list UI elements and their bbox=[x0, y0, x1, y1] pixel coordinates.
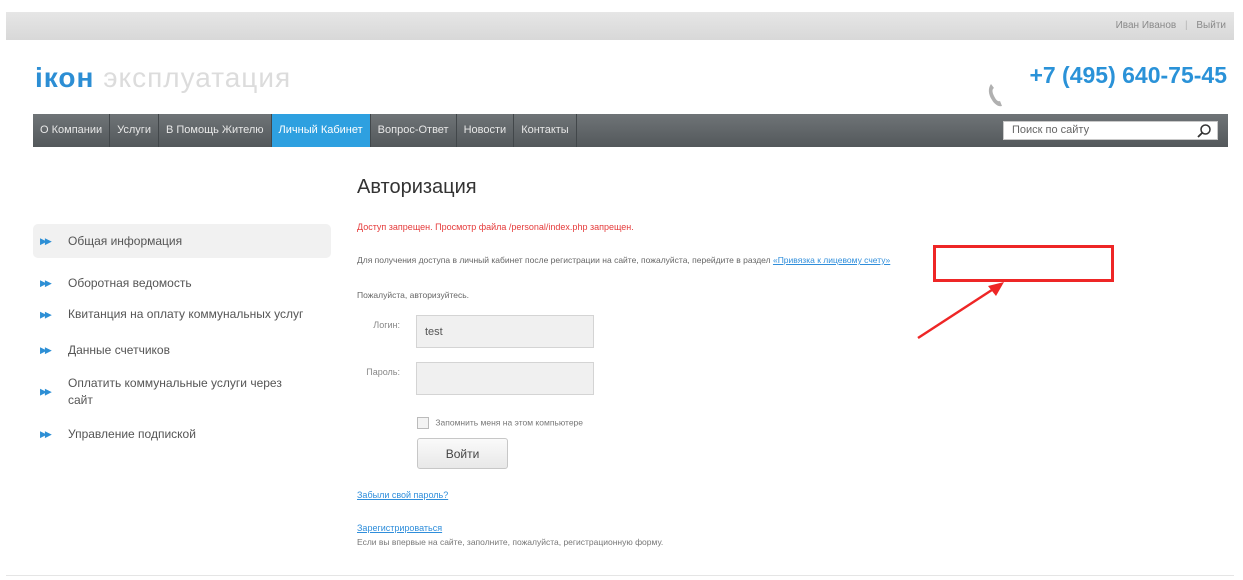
sidebar-item-label: Общая информация bbox=[68, 234, 183, 248]
logout-link[interactable]: Выйти bbox=[1196, 20, 1226, 31]
sidebar-item-general-info[interactable]: ▶▶ Общая информация bbox=[33, 224, 331, 258]
info-message: Для получения доступа в личный кабинет п… bbox=[357, 255, 890, 265]
login-value: test bbox=[425, 326, 443, 338]
phone-number[interactable]: +7 (495) 640-75-45 bbox=[1029, 62, 1227, 89]
password-label: Пароль: bbox=[366, 367, 400, 377]
sidebar-item-label: Оплатить коммунальные услуги через сайт bbox=[68, 376, 282, 407]
login-button[interactable]: Войти bbox=[417, 438, 508, 469]
error-message: Доступ запрещен. Просмотр файла /persona… bbox=[357, 222, 634, 232]
sidebar-menu: ▶▶ Общая информация ▶▶ Оборотная ведомос… bbox=[33, 224, 331, 443]
auth-prompt: Пожалуйста, авторизуйтесь. bbox=[357, 290, 470, 300]
search-icon[interactable] bbox=[1196, 123, 1212, 139]
register-note: Если вы впервые на сайте, заполните, пож… bbox=[357, 537, 664, 547]
remember-me[interactable]: Запомнить меня на этом компьютере bbox=[417, 417, 583, 429]
register-link[interactable]: Зарегистрироваться bbox=[357, 523, 442, 533]
forgot-password-link[interactable]: Забыли свой пароль? bbox=[357, 490, 448, 500]
main-navigation: О Компании Услуги В Помощь Жителю Личный… bbox=[33, 114, 1228, 147]
login-field[interactable]: test bbox=[416, 315, 594, 348]
search-placeholder: Поиск по сайту bbox=[1012, 124, 1090, 136]
page-title: Авторизация bbox=[357, 176, 477, 198]
user-name-link[interactable]: Иван Иванов bbox=[1116, 20, 1177, 31]
sidebar-item-meter-data[interactable]: ▶▶ Данные счетчиков bbox=[33, 341, 331, 359]
double-arrow-icon: ▶▶ bbox=[40, 236, 52, 246]
nav-item-news[interactable]: Новости bbox=[457, 114, 515, 147]
remember-checkbox[interactable] bbox=[417, 417, 429, 429]
sidebar-item-label: Управление подпиской bbox=[68, 427, 196, 441]
double-arrow-icon: ▶▶ bbox=[40, 345, 52, 355]
double-arrow-icon: ▶▶ bbox=[40, 386, 52, 397]
nav-item-contacts[interactable]: Контакты bbox=[514, 114, 577, 147]
sidebar-item-subscription[interactable]: ▶▶ Управление подпиской bbox=[33, 425, 331, 443]
password-field[interactable] bbox=[416, 362, 594, 395]
separator: | bbox=[1185, 20, 1188, 31]
logo-rest: эксплуатация bbox=[103, 62, 292, 93]
info-text: Для получения доступа в личный кабинет п… bbox=[357, 255, 771, 265]
top-bar: Иван Иванов | Выйти bbox=[6, 12, 1234, 40]
annotation-arrow-icon bbox=[917, 282, 1004, 340]
remember-label: Запомнить меня на этом компьютере bbox=[435, 417, 584, 428]
nav-item-personal-account[interactable]: Личный Кабинет bbox=[271, 114, 371, 147]
double-arrow-icon: ▶▶ bbox=[40, 309, 52, 319]
footer-divider bbox=[6, 575, 1234, 576]
nav-item-faq[interactable]: Вопрос-Ответ bbox=[371, 114, 457, 147]
user-links: Иван Иванов | Выйти bbox=[1110, 20, 1226, 31]
nav-item-about[interactable]: О Компании bbox=[33, 114, 111, 147]
search-input[interactable]: Поиск по сайту bbox=[1003, 121, 1218, 140]
sidebar-item-label: Данные счетчиков bbox=[68, 343, 170, 357]
double-arrow-icon: ▶▶ bbox=[40, 429, 52, 439]
logo-brand: iкон bbox=[35, 62, 95, 93]
nav-item-help-residents[interactable]: В Помощь Жителю bbox=[159, 114, 272, 147]
sidebar-item-turnover[interactable]: ▶▶ Оборотная ведомость bbox=[33, 274, 331, 292]
account-link[interactable]: «Привязка к лицевому счету» bbox=[773, 255, 890, 265]
sidebar-item-label: Квитанция на оплату коммунальных услуг bbox=[68, 307, 304, 321]
sidebar-item-label: Оборотная ведомость bbox=[68, 276, 192, 290]
login-label: Логин: bbox=[373, 320, 400, 330]
phone-icon bbox=[988, 84, 1002, 107]
sidebar-item-pay-online[interactable]: ▶▶ Оплатить коммунальные услуги через са… bbox=[33, 375, 308, 409]
nav-item-services[interactable]: Услуги bbox=[110, 114, 159, 147]
site-logo[interactable]: iкон эксплуатация bbox=[35, 62, 291, 94]
double-arrow-icon: ▶▶ bbox=[40, 278, 52, 288]
sidebar-item-receipt[interactable]: ▶▶ Квитанция на оплату коммунальных услу… bbox=[33, 306, 308, 323]
